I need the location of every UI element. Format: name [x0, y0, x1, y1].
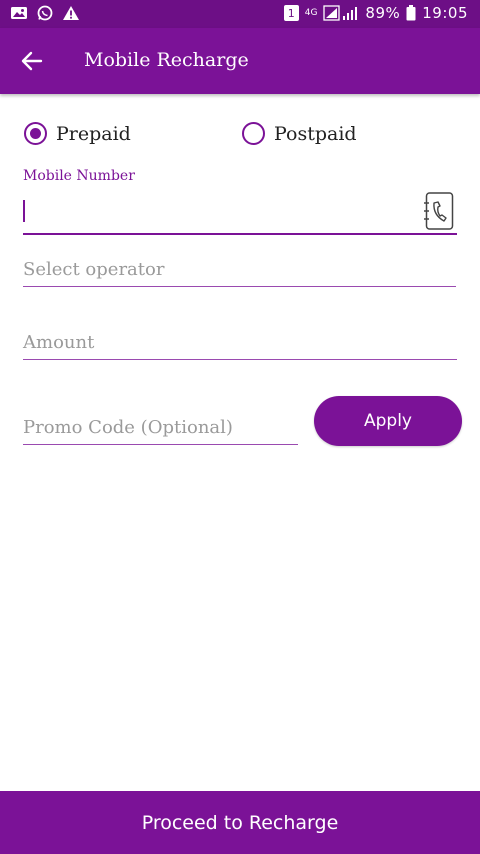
- whatsapp-icon: [37, 5, 53, 21]
- app-bar: Mobile Recharge: [0, 28, 480, 94]
- battery-icon: [406, 5, 416, 21]
- signal-icon: [323, 5, 358, 21]
- sim-badge: 1: [283, 5, 299, 21]
- operator-placeholder: Select operator: [23, 259, 165, 280]
- amount-placeholder: Amount: [23, 332, 95, 353]
- contact-book-icon[interactable]: [424, 191, 454, 231]
- radio-postpaid-label: Postpaid: [274, 122, 357, 145]
- plan-type-selector: Prepaid Postpaid: [0, 122, 480, 152]
- text-cursor: [23, 200, 25, 222]
- promo-code-input[interactable]: Promo Code (Optional): [23, 415, 298, 445]
- page-title: Mobile Recharge: [84, 49, 249, 71]
- apply-button[interactable]: Apply: [314, 396, 462, 446]
- back-button[interactable]: [14, 44, 50, 78]
- radio-prepaid-indicator: [24, 122, 47, 145]
- mobile-number-label: Mobile Number: [23, 168, 135, 184]
- status-left-icons: [10, 5, 80, 21]
- radio-prepaid-label: Prepaid: [56, 122, 131, 145]
- radio-postpaid[interactable]: Postpaid: [242, 122, 357, 145]
- radio-postpaid-indicator: [242, 122, 265, 145]
- radio-prepaid[interactable]: Prepaid: [24, 122, 131, 145]
- status-bar: 1 4G 89% 19:05: [0, 0, 480, 28]
- network-type: 4G: [304, 7, 318, 18]
- battery-percent: 89%: [365, 4, 401, 22]
- proceed-to-recharge-button[interactable]: Proceed to Recharge: [0, 791, 480, 854]
- promo-code-placeholder: Promo Code (Optional): [23, 417, 233, 438]
- warning-icon: [63, 6, 79, 20]
- operator-select[interactable]: Select operator: [23, 257, 456, 287]
- mobile-number-input[interactable]: [23, 190, 457, 235]
- arrow-left-icon: [21, 51, 43, 71]
- status-right-icons: 1 4G 89% 19:05: [283, 4, 468, 22]
- amount-input[interactable]: Amount: [23, 330, 457, 360]
- image-icon: [11, 7, 27, 19]
- clock: 19:05: [422, 4, 468, 22]
